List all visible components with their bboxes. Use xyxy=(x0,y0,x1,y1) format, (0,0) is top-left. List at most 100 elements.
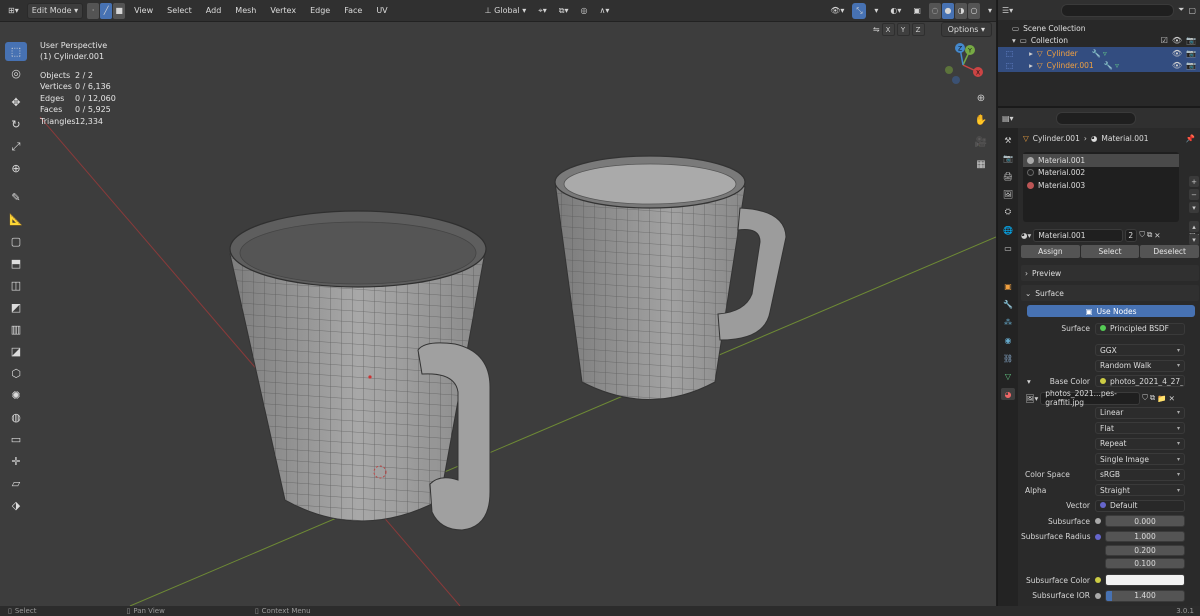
eye-icon[interactable]: 👁 xyxy=(1172,61,1182,70)
outliner-search-input[interactable] xyxy=(1061,3,1175,17)
physics-tab-icon[interactable]: ◉ xyxy=(1001,334,1015,346)
slot-specials-button[interactable]: ▾ xyxy=(1189,202,1199,213)
shading-dropdown-icon[interactable]: ▾ xyxy=(984,3,996,19)
menu-edge[interactable]: Edge xyxy=(305,6,335,15)
color-space-dropdown[interactable]: sRGB ▾ xyxy=(1095,468,1185,481)
fake-user-shield-icon[interactable]: ⛉ xyxy=(1139,230,1145,240)
properties-editor-icon[interactable]: ▤▾ xyxy=(1002,114,1014,123)
subsurface-slider[interactable]: 0.000 xyxy=(1105,515,1185,528)
menu-face[interactable]: Face xyxy=(339,6,367,15)
deselect-button[interactable]: Deselect xyxy=(1140,245,1200,258)
mode-dropdown[interactable]: Edit Mode ▾ xyxy=(26,2,84,19)
3d-viewport[interactable]: ⬚ ◎ ✥ ↻ ⤢ ⊕ ✎ 📐 ▢ ⬒ ◫ ◩ ▥ ◪ ⬡ ✺ ◍ ▭ ✛ ▱ … xyxy=(0,22,996,606)
extension-dropdown[interactable]: Repeat ▾ xyxy=(1095,437,1185,450)
render-tab-icon[interactable]: 📷 xyxy=(1001,152,1015,164)
edge-slide-tool-icon[interactable]: ▭ xyxy=(5,430,27,449)
transform-orientation-dropdown[interactable]: ⊥ Global ▾ xyxy=(481,3,531,19)
mirror-icon[interactable]: ⇋ xyxy=(873,25,880,34)
menu-select[interactable]: Select xyxy=(162,6,197,15)
shear-tool-icon[interactable]: ▱ xyxy=(5,474,27,493)
xray-icon[interactable]: ▣ xyxy=(909,3,925,19)
expand-chevron-icon[interactable]: ▾ xyxy=(1012,36,1016,45)
gizmo-dropdown-icon[interactable]: ▾ xyxy=(870,3,882,19)
annotate-tool-icon[interactable]: ✎ xyxy=(5,188,27,207)
rip-tool-icon[interactable]: ⬗ xyxy=(5,496,27,515)
shrink-fatten-tool-icon[interactable]: ✛ xyxy=(5,452,27,471)
add-slot-button[interactable]: + xyxy=(1189,176,1199,187)
vector-input[interactable]: Default xyxy=(1095,499,1185,512)
extrude-tool-icon[interactable]: ⬒ xyxy=(5,254,27,273)
falloff-icon[interactable]: ∧▾ xyxy=(596,3,614,19)
world-tab-icon[interactable]: 🌐 xyxy=(1001,224,1015,236)
subsurface-method-dropdown[interactable]: Random Walk ▾ xyxy=(1095,359,1185,372)
open-folder-icon[interactable]: 📁 xyxy=(1157,394,1166,403)
solid-shading-icon[interactable]: ● xyxy=(941,2,954,19)
object-tab-icon[interactable]: ▣ xyxy=(1001,280,1015,292)
material-slot-item[interactable]: Material.001 xyxy=(1023,154,1179,167)
surface-panel-header[interactable]: ⌄ Surface xyxy=(1021,285,1199,301)
rendered-shading-icon[interactable]: ○ xyxy=(967,2,980,19)
subsurface-color-swatch[interactable] xyxy=(1105,574,1185,587)
image-browse-icon[interactable]: 🖼▾ xyxy=(1025,394,1038,403)
subsurface-ior-slider[interactable]: 1.400 xyxy=(1105,589,1185,602)
use-nodes-button[interactable]: ▣ Use Nodes xyxy=(1027,305,1195,317)
view-layer-tab-icon[interactable]: 🖼 xyxy=(1001,188,1015,200)
menu-add[interactable]: Add xyxy=(201,6,227,15)
add-cube-tool-icon[interactable]: ▢ xyxy=(5,232,27,251)
base-color-input[interactable]: photos_2021_4_27_fs... xyxy=(1095,375,1185,388)
loop-cut-tool-icon[interactable]: ▥ xyxy=(5,320,27,339)
outliner-scene-collection[interactable]: ▭ Scene Collection xyxy=(998,22,1200,35)
camera-restrict-icon[interactable]: 📷 xyxy=(1186,61,1196,70)
mirror-x-button[interactable]: X xyxy=(881,23,895,36)
transform-tool-icon[interactable]: ⊕ xyxy=(5,159,27,178)
subsurface-radius-z[interactable]: 0.100 xyxy=(1105,557,1185,569)
face-select-icon[interactable]: ■ xyxy=(113,2,126,19)
checkbox-icon[interactable]: ☑ xyxy=(1161,36,1168,45)
surface-shader-dropdown[interactable]: Principled BSDF xyxy=(1095,322,1185,335)
collapse-chevron-icon[interactable]: ▸ xyxy=(1029,49,1033,58)
menu-mesh[interactable]: Mesh xyxy=(230,6,261,15)
scene-tab-icon[interactable]: ⛭ xyxy=(1001,206,1015,218)
select-box-tool-icon[interactable]: ⬚ xyxy=(5,42,27,61)
move-slot-down-button[interactable]: ▾ xyxy=(1189,234,1199,245)
image-name-field[interactable]: photos_2021...pes-graffiti.jpg xyxy=(1040,389,1141,407)
camera-restrict-icon[interactable]: 📷 xyxy=(1186,36,1196,45)
outliner-item-cylinder[interactable]: ⬚ ▸ ▽ Cylinder 🔧 ▿ 👁 📷 xyxy=(998,47,1200,60)
collapse-chevron-icon[interactable]: ▸ xyxy=(1029,61,1033,70)
gizmo-toggle-icon[interactable]: ⤡ xyxy=(852,2,867,19)
edit-mode-icon[interactable]: ⬚ xyxy=(1006,49,1013,58)
unlink-material-icon[interactable]: ✕ xyxy=(1154,231,1160,240)
visibility-icon[interactable]: 👁▾ xyxy=(826,3,848,19)
outliner-collection[interactable]: ▾ ▭ Collection ☑ 👁 📷 xyxy=(998,35,1200,48)
distribution-dropdown[interactable]: GGX ▾ xyxy=(1095,344,1185,357)
interpolation-dropdown[interactable]: Linear ▾ xyxy=(1095,406,1185,419)
ortho-grid-icon[interactable]: ▦ xyxy=(973,156,989,172)
duplicate-image-icon[interactable]: ⧉ xyxy=(1150,393,1155,403)
select-button[interactable]: Select xyxy=(1080,245,1140,258)
poly-build-tool-icon[interactable]: ⬡ xyxy=(5,364,27,383)
inset-tool-icon[interactable]: ◫ xyxy=(5,276,27,295)
pin-icon[interactable]: 📌 xyxy=(1186,134,1195,143)
eye-icon[interactable]: 👁 xyxy=(1172,36,1182,45)
constraints-tab-icon[interactable]: ⛓ xyxy=(1001,352,1015,364)
outliner-item-cylinder-001[interactable]: ⬚ ▸ ▽ Cylinder.001 🔧 ▿ 👁 📷 xyxy=(998,59,1200,72)
mirror-y-button[interactable]: Y xyxy=(896,23,910,36)
pivot-icon[interactable]: ⌖▾ xyxy=(534,3,551,19)
wireframe-shading-icon[interactable]: ◌ xyxy=(928,2,941,19)
filter-icon[interactable]: ⏷ xyxy=(1178,5,1184,15)
edge-select-icon[interactable]: ╱ xyxy=(100,2,113,19)
eye-icon[interactable]: 👁 xyxy=(1172,49,1182,58)
material-slot-list[interactable]: Material.001 Material.002 Material.003 xyxy=(1023,152,1179,222)
snap-icon[interactable]: ⧉▾ xyxy=(555,3,573,19)
material-browse-icon[interactable]: ◕▾ xyxy=(1021,231,1031,240)
source-dropdown[interactable]: Single Image ▾ xyxy=(1095,453,1185,466)
modifier-tab-icon[interactable]: 🔧 xyxy=(1001,298,1015,310)
particles-tab-icon[interactable]: ⁂ xyxy=(1001,316,1015,328)
scale-tool-icon[interactable]: ⤢ xyxy=(5,137,27,156)
output-tab-icon[interactable]: 🖨 xyxy=(1001,170,1015,182)
remove-slot-button[interactable]: − xyxy=(1189,189,1199,200)
vertex-select-icon[interactable]: · xyxy=(87,2,100,19)
subsurface-radius-y[interactable]: 0.200 xyxy=(1105,545,1185,557)
subsurface-radius-x[interactable]: 1.000 xyxy=(1105,531,1185,543)
fake-user-shield-icon[interactable]: ⛉ xyxy=(1142,393,1148,403)
